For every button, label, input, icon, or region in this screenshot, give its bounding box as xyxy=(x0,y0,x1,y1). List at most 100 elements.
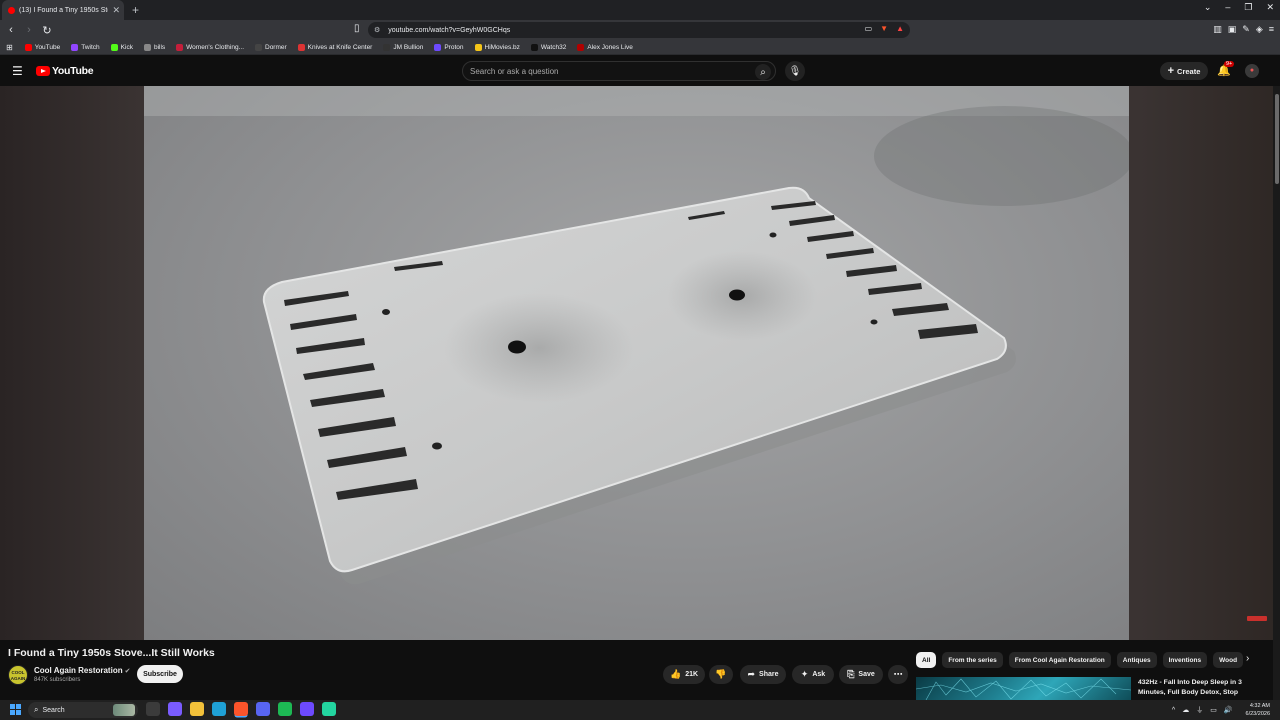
sidebar-icon[interactable]: ▥ xyxy=(1213,24,1222,35)
bookmark-label: Dormer xyxy=(265,43,287,51)
tab-search-icon[interactable]: ⌄ xyxy=(1204,2,1212,13)
channel-name-row[interactable]: Cool Again Restoration ✔ xyxy=(34,666,130,675)
cast-icon[interactable]: ▭ xyxy=(865,24,873,33)
browser-tab-active[interactable]: (13) I Found a Tiny 1950s Stove... ✕ xyxy=(2,0,124,20)
bookmark-item[interactable]: Proton xyxy=(434,43,464,51)
recommended-thumbnail[interactable] xyxy=(916,677,1131,700)
video-content-image xyxy=(144,86,1129,585)
menu-icon[interactable]: ≡ xyxy=(1269,24,1274,35)
save-button[interactable]: ⎘ Save xyxy=(839,665,883,684)
account-avatar[interactable]: ● xyxy=(1245,64,1259,78)
app-green-icon[interactable] xyxy=(322,702,336,716)
tray-overflow-icon[interactable]: ^ xyxy=(1172,707,1175,714)
filter-chip[interactable]: From Cool Again Restoration xyxy=(1008,652,1111,668)
apps-grid-icon[interactable]: ⊞ xyxy=(6,43,13,52)
share-button[interactable]: ➦ Share xyxy=(740,665,786,684)
cloud-icon[interactable]: ☁ xyxy=(1182,706,1189,714)
brave-icon[interactable] xyxy=(234,702,248,716)
channel-watermark-icon[interactable] xyxy=(1247,616,1267,621)
search-icon[interactable]: ⌕ xyxy=(755,64,771,80)
back-icon[interactable]: ‹ xyxy=(4,24,18,36)
spotify-icon[interactable] xyxy=(278,702,292,716)
system-tray: ^ ☁ ⏚ ▭ 🔊 4:32 AM 6/23/2026 xyxy=(1172,702,1270,718)
bookmark-item[interactable]: bills xyxy=(143,43,166,51)
channel-avatar[interactable]: COOL AGAIN xyxy=(8,665,28,685)
windows-start-icon[interactable] xyxy=(10,704,21,715)
vpn-icon[interactable]: ◈ xyxy=(1256,24,1263,35)
recommended-title[interactable]: 432Hz - Fall Into Deep Sleep in 3 Minute… xyxy=(1138,678,1268,698)
bookmark-item[interactable]: Knives at Knife Center xyxy=(297,43,373,51)
extensions-icon[interactable]: ✎ xyxy=(1242,24,1250,35)
page-scrollbar[interactable] xyxy=(1273,86,1280,700)
save-label: Save xyxy=(858,671,875,678)
filter-chip[interactable]: All xyxy=(916,652,937,668)
chevron-right-icon[interactable]: › xyxy=(1246,653,1249,664)
filter-chip[interactable]: Inventions xyxy=(1162,652,1208,668)
like-button[interactable]: 👍 21K xyxy=(663,665,705,684)
subscriber-count: 847K subscribers xyxy=(34,677,81,683)
clock[interactable]: 4:32 AM 6/23/2026 xyxy=(1246,702,1270,718)
thumbs-down-icon: 👎 xyxy=(715,669,727,679)
bookmark-label: Knives at Knife Center xyxy=(307,43,373,51)
ask-button[interactable]: ✦ Ask xyxy=(792,665,834,684)
bookmark-label: Kick xyxy=(120,43,133,51)
copilot-icon[interactable] xyxy=(168,702,182,716)
usb-icon[interactable]: ⏚ xyxy=(1196,705,1203,715)
brave-rewards-icon[interactable]: ▲ xyxy=(896,24,904,33)
bookmark-item[interactable]: Watch32 xyxy=(530,43,566,51)
youtube-logo[interactable]: YouTube xyxy=(36,65,94,77)
hamburger-menu-icon[interactable]: ☰ xyxy=(12,64,23,78)
subscribe-button[interactable]: Subscribe xyxy=(137,665,183,683)
bookmark-item[interactable]: Twitch xyxy=(71,43,100,51)
bookmark-label: bills xyxy=(153,43,166,51)
network-icon[interactable]: ▭ xyxy=(1210,706,1217,714)
more-actions-button[interactable]: ⋯ xyxy=(888,665,908,684)
video-frame[interactable] xyxy=(144,86,1129,640)
reload-icon[interactable]: ↻ xyxy=(40,24,54,37)
wallet-icon[interactable]: ▣ xyxy=(1228,24,1237,35)
new-tab-icon[interactable]: + xyxy=(132,3,139,17)
filter-chip[interactable]: Antiques xyxy=(1116,652,1157,668)
scrollbar-thumb[interactable] xyxy=(1274,94,1279,184)
url-bar[interactable]: ⚙ youtube.com/watch?v=GeyhW0GCHqs ▭ ▼ ▲ xyxy=(368,22,910,38)
search-input[interactable]: Search or ask a question ⌕ xyxy=(462,61,776,81)
plus-icon: + xyxy=(1167,65,1175,77)
bookmark-item[interactable]: Kick xyxy=(110,43,133,51)
close-tab-icon[interactable]: ✕ xyxy=(112,5,120,16)
bookmark-item[interactable]: HiMovies.bz xyxy=(474,43,520,51)
create-label: Create xyxy=(1177,66,1201,76)
bookmark-item[interactable]: Women's Clothing... xyxy=(176,43,244,51)
bookmark-favicon-icon xyxy=(176,43,184,51)
file-explorer-icon[interactable] xyxy=(190,702,204,716)
filter-chip[interactable]: From the series xyxy=(942,652,1003,668)
bookmark-item[interactable]: Dormer xyxy=(255,43,287,51)
video-title: I Found a Tiny 1950s Stove...It Still Wo… xyxy=(8,647,215,659)
brave-shields-icon[interactable]: ▼ xyxy=(880,24,888,33)
bookmark-item[interactable]: YouTube xyxy=(24,43,60,51)
forward-icon[interactable]: › xyxy=(22,24,36,36)
video-player[interactable] xyxy=(0,86,1280,640)
bookmark-item[interactable]: JM Bullion xyxy=(383,43,423,51)
dislike-button[interactable]: 👎 xyxy=(709,665,733,684)
voice-search-icon[interactable]: 🎙 xyxy=(785,61,805,81)
clock-time: 4:32 AM xyxy=(1249,703,1270,709)
bookmark-page-icon[interactable]: ▯ xyxy=(354,23,360,34)
site-info-icon[interactable]: ⚙ xyxy=(374,26,380,34)
bookmark-item[interactable]: Alex Jones Live xyxy=(577,43,633,51)
discord-icon[interactable] xyxy=(256,702,270,716)
restore-icon[interactable]: ❐ xyxy=(1244,2,1252,13)
bookmark-favicon-icon xyxy=(24,43,32,51)
edge-icon[interactable] xyxy=(212,702,226,716)
create-button[interactable]: + Create xyxy=(1160,62,1208,80)
thumbs-up-icon: 👍 xyxy=(669,669,682,679)
save-icon: ⎘ xyxy=(847,669,855,679)
youtube-header: ☰ YouTube Search or ask a question ⌕ 🎙 +… xyxy=(0,56,1280,86)
volume-icon[interactable]: 🔊 xyxy=(1224,706,1233,714)
taskbar-search[interactable]: ⌕ Search xyxy=(28,702,138,718)
close-window-icon[interactable]: ✕ xyxy=(1266,2,1274,13)
minimize-icon[interactable]: – xyxy=(1225,2,1230,13)
proton-vpn-icon[interactable] xyxy=(300,702,314,716)
bookmark-favicon-icon xyxy=(577,43,585,51)
filter-chip[interactable]: Wood xyxy=(1213,652,1244,668)
task-view-icon[interactable] xyxy=(146,702,160,716)
